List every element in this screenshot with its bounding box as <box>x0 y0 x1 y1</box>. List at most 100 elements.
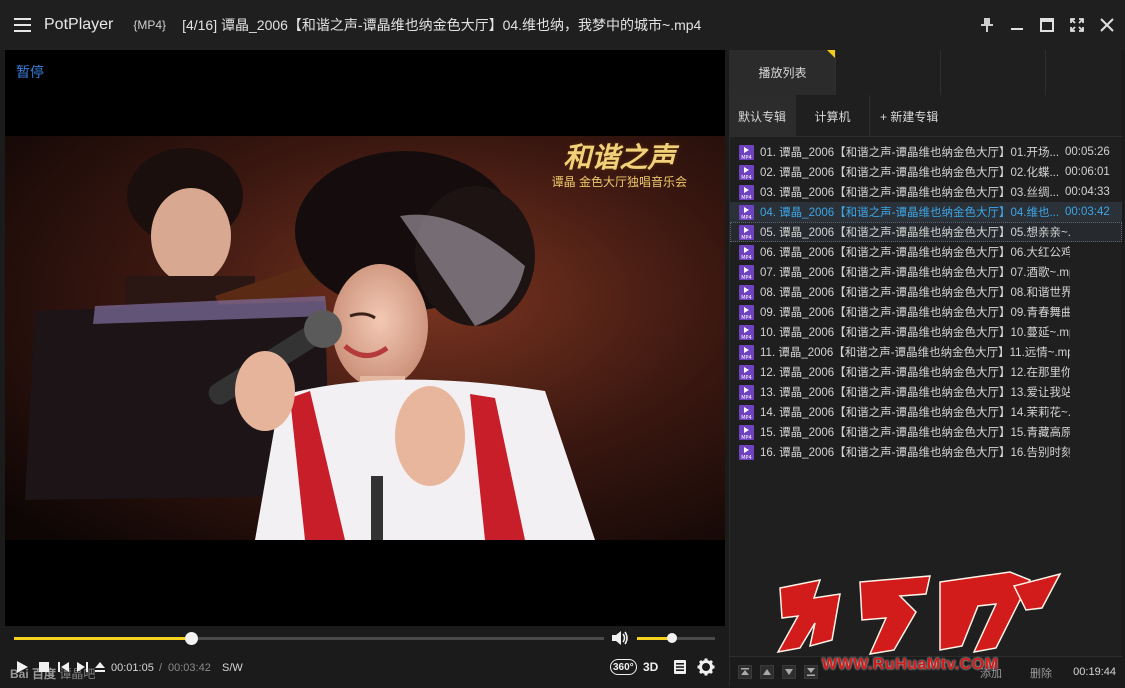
playlist-item[interactable]: 08. 谭晶_2006【和谐之声-谭晶维也纳金色大厅】08.和谐世界~.mp4 <box>730 282 1122 302</box>
playlist-item-title: 09. 谭晶_2006【和谐之声-谭晶维也纳金色大厅】09.青春舞曲~.mp4 <box>760 307 1070 319</box>
playlist-item-title: 07. 谭晶_2006【和谐之声-谭晶维也纳金色大厅】07.酒歌~.mp4 <box>760 267 1070 279</box>
vr-360-button[interactable]: 360° <box>610 659 637 675</box>
mp4-file-icon <box>739 244 754 261</box>
minimize-icon[interactable] <box>1007 15 1027 35</box>
mp4-file-icon <box>739 364 754 381</box>
total-time[interactable]: 00:03:42 <box>168 662 211 674</box>
playlist-item-title: 04. 谭晶_2006【和谐之声-谭晶维也纳金色大厅】04.维也... <box>760 207 1060 219</box>
playlist-item-title: 06. 谭晶_2006【和谐之声-谭晶维也纳金色大厅】06.大红公鸡毛毛... <box>760 247 1070 259</box>
fullscreen-icon[interactable] <box>1067 15 1087 35</box>
move-up-icon[interactable] <box>760 665 774 679</box>
seek-progress-fill <box>14 637 191 640</box>
playlist-item-title: 02. 谭晶_2006【和谐之声-谭晶维也纳金色大厅】02.化蝶... <box>760 167 1060 179</box>
playlist-item-title: 12. 谭晶_2006【和谐之声-谭晶维也纳金色大厅】12.在那里你将伸... <box>760 367 1070 379</box>
album-tabbar: 默认专辑 计算机 + 新建专辑 <box>730 95 1122 137</box>
move-down-icon[interactable] <box>782 665 796 679</box>
playlist-toolbar: 添加 删除 00:19:44 <box>730 656 1122 686</box>
playlist-item[interactable]: 10. 谭晶_2006【和谐之声-谭晶维也纳金色大厅】10.蔓延~.mp4 <box>730 322 1122 342</box>
playlist-item-title: 10. 谭晶_2006【和谐之声-谭晶维也纳金色大厅】10.蔓延~.mp4 <box>760 327 1070 339</box>
playlist-item-title: 11. 谭晶_2006【和谐之声-谭晶维也纳金色大厅】11.远情~.mp4 <box>760 347 1070 359</box>
playlist-item-title: 08. 谭晶_2006【和谐之声-谭晶维也纳金色大厅】08.和谐世界~.mp4 <box>760 287 1070 299</box>
playlist-item-duration: 00:05:26 <box>1065 146 1110 158</box>
mp4-file-icon <box>739 184 754 201</box>
video-scene-graphic <box>5 136 725 540</box>
stop-icon[interactable] <box>37 660 51 674</box>
playlist-toggle-icon[interactable] <box>673 657 687 677</box>
play-icon[interactable] <box>15 660 29 674</box>
playlist-item[interactable]: 02. 谭晶_2006【和谐之声-谭晶维也纳金色大厅】02.化蝶... 00:06… <box>730 162 1122 182</box>
format-tag: {MP4} <box>133 18 167 32</box>
mp4-file-icon <box>739 144 754 161</box>
broadcast-logo-subtitle: 谭晶 金色大厅独唱音乐会 <box>551 175 687 189</box>
playlist-item[interactable]: 11. 谭晶_2006【和谐之声-谭晶维也纳金色大厅】11.远情~.mp4 <box>730 342 1122 362</box>
app-title: PotPlayer <box>44 16 114 33</box>
seek-bar[interactable] <box>14 632 604 645</box>
album-tab-default[interactable]: 默认专辑 <box>730 95 796 137</box>
3d-button[interactable]: 3D <box>643 657 658 677</box>
playlist-item-title: 16. 谭晶_2006【和谐之声-谭晶维也纳金色大厅】16.告别时刻~.mp4 <box>760 447 1070 459</box>
clock: 00:19:44 <box>1073 666 1116 678</box>
tab-empty-2[interactable] <box>836 50 941 95</box>
mp4-file-icon <box>739 324 754 341</box>
mp4-file-icon <box>739 344 754 361</box>
playlist-item[interactable]: 03. 谭晶_2006【和谐之声-谭晶维也纳金色大厅】03.丝绸... 00:04… <box>730 182 1122 202</box>
playlist-item-title: 14. 谭晶_2006【和谐之声-谭晶维也纳金色大厅】14.茉莉花~.mp4 <box>760 407 1070 419</box>
close-icon[interactable] <box>1097 15 1117 35</box>
playlist-item[interactable]: 04. 谭晶_2006【和谐之声-谭晶维也纳金色大厅】04.维也... 00:03… <box>730 202 1122 222</box>
broadcast-logo-title: 和谐之声 <box>563 141 676 174</box>
volume-thumb[interactable] <box>667 633 678 643</box>
delete-button[interactable]: 删除 <box>1030 665 1052 681</box>
volume-slider[interactable] <box>637 633 715 643</box>
mp4-file-icon <box>739 224 754 241</box>
playlist-item[interactable]: 12. 谭晶_2006【和谐之声-谭晶维也纳金色大厅】12.在那里你将伸... <box>730 362 1122 382</box>
pin-icon[interactable] <box>977 15 997 35</box>
playlist: 01. 谭晶_2006【和谐之声-谭晶维也纳金色大厅】01.开场... 00:05… <box>730 142 1122 462</box>
playlist-item-title: 05. 谭晶_2006【和谐之声-谭晶维也纳金色大厅】05.想亲亲~.mp4 <box>760 227 1070 239</box>
sw-decoder-label[interactable]: S/W <box>222 662 243 674</box>
move-bottom-icon[interactable] <box>804 665 818 679</box>
seek-bar-row <box>5 626 725 650</box>
mp4-file-icon <box>739 424 754 441</box>
playlist-item[interactable]: 05. 谭晶_2006【和谐之声-谭晶维也纳金色大厅】05.想亲亲~.mp4 <box>730 222 1122 242</box>
playlist-item[interactable]: 13. 谭晶_2006【和谐之声-谭晶维也纳金色大厅】13.爱让我站在这... <box>730 382 1122 402</box>
mp4-file-icon <box>739 384 754 401</box>
file-title: [4/16] 谭晶_2006【和谐之声-谭晶维也纳金色大厅】04.维也纳，我梦中… <box>182 17 702 33</box>
playlist-item[interactable]: 06. 谭晶_2006【和谐之声-谭晶维也纳金色大厅】06.大红公鸡毛毛... <box>730 242 1122 262</box>
title-bar: PotPlayer {MP4} [4/16] 谭晶_2006【和谐之声-谭晶维也… <box>0 0 1125 50</box>
maximize-icon[interactable] <box>1037 15 1057 35</box>
new-album-button[interactable]: + 新建专辑 <box>870 95 948 137</box>
eject-icon[interactable] <box>93 660 107 674</box>
tab-playlist[interactable]: 播放列表 <box>730 50 836 95</box>
playlist-item[interactable]: 09. 谭晶_2006【和谐之声-谭晶维也纳金色大厅】09.青春舞曲~.mp4 <box>730 302 1122 322</box>
video-viewport[interactable]: 暂停 和谐之声 谭晶 金色大厅独唱音乐会 <box>5 50 725 626</box>
paused-status: 暂停 <box>16 64 44 80</box>
time-separator: / <box>159 662 163 674</box>
settings-gear-icon[interactable] <box>697 657 715 677</box>
mp4-file-icon <box>739 444 754 461</box>
control-bar: Bai 百度 谭晶吧 00:01:05 / 00:03:42 S/W 360° … <box>5 650 725 686</box>
move-top-icon[interactable] <box>738 665 752 679</box>
broadcast-logo: 和谐之声 谭晶 金色大厅独唱音乐会 <box>552 136 687 190</box>
seek-thumb[interactable] <box>185 632 198 645</box>
current-time[interactable]: 00:01:05 <box>111 662 154 674</box>
playlist-item[interactable]: 14. 谭晶_2006【和谐之声-谭晶维也纳金色大厅】14.茉莉花~.mp4 <box>730 402 1122 422</box>
album-tab-computer[interactable]: 计算机 <box>796 95 870 137</box>
playlist-item-duration: 00:03:42 <box>1065 206 1110 218</box>
previous-icon[interactable] <box>57 660 71 674</box>
next-icon[interactable] <box>75 660 89 674</box>
playlist-item-title: 13. 谭晶_2006【和谐之声-谭晶维也纳金色大厅】13.爱让我站在这... <box>760 387 1070 399</box>
tab-empty-3[interactable] <box>941 50 1046 95</box>
playlist-item-duration: 00:06:01 <box>1065 166 1110 178</box>
playlist-item[interactable]: 07. 谭晶_2006【和谐之声-谭晶维也纳金色大厅】07.酒歌~.mp4 <box>730 262 1122 282</box>
playlist-item-title: 03. 谭晶_2006【和谐之声-谭晶维也纳金色大厅】03.丝绸... <box>760 187 1060 199</box>
playlist-item-duration: 00:04:33 <box>1065 186 1110 198</box>
playlist-item[interactable]: 01. 谭晶_2006【和谐之声-谭晶维也纳金色大厅】01.开场... 00:05… <box>730 142 1122 162</box>
add-button[interactable]: 添加 <box>980 665 1002 681</box>
playlist-panel: 播放列表 默认专辑 计算机 + 新建专辑 01. 谭晶_2006【和谐之声-谭晶… <box>729 50 1122 686</box>
mp4-file-icon <box>739 164 754 181</box>
hamburger-menu-icon[interactable] <box>0 0 44 50</box>
playlist-item[interactable]: 15. 谭晶_2006【和谐之声-谭晶维也纳金色大厅】15.青藏高原~.mp4 <box>730 422 1122 442</box>
playlist-item[interactable]: 16. 谭晶_2006【和谐之声-谭晶维也纳金色大厅】16.告别时刻~.mp4 <box>730 442 1122 462</box>
mp4-file-icon <box>739 404 754 421</box>
volume-icon[interactable] <box>611 630 629 646</box>
